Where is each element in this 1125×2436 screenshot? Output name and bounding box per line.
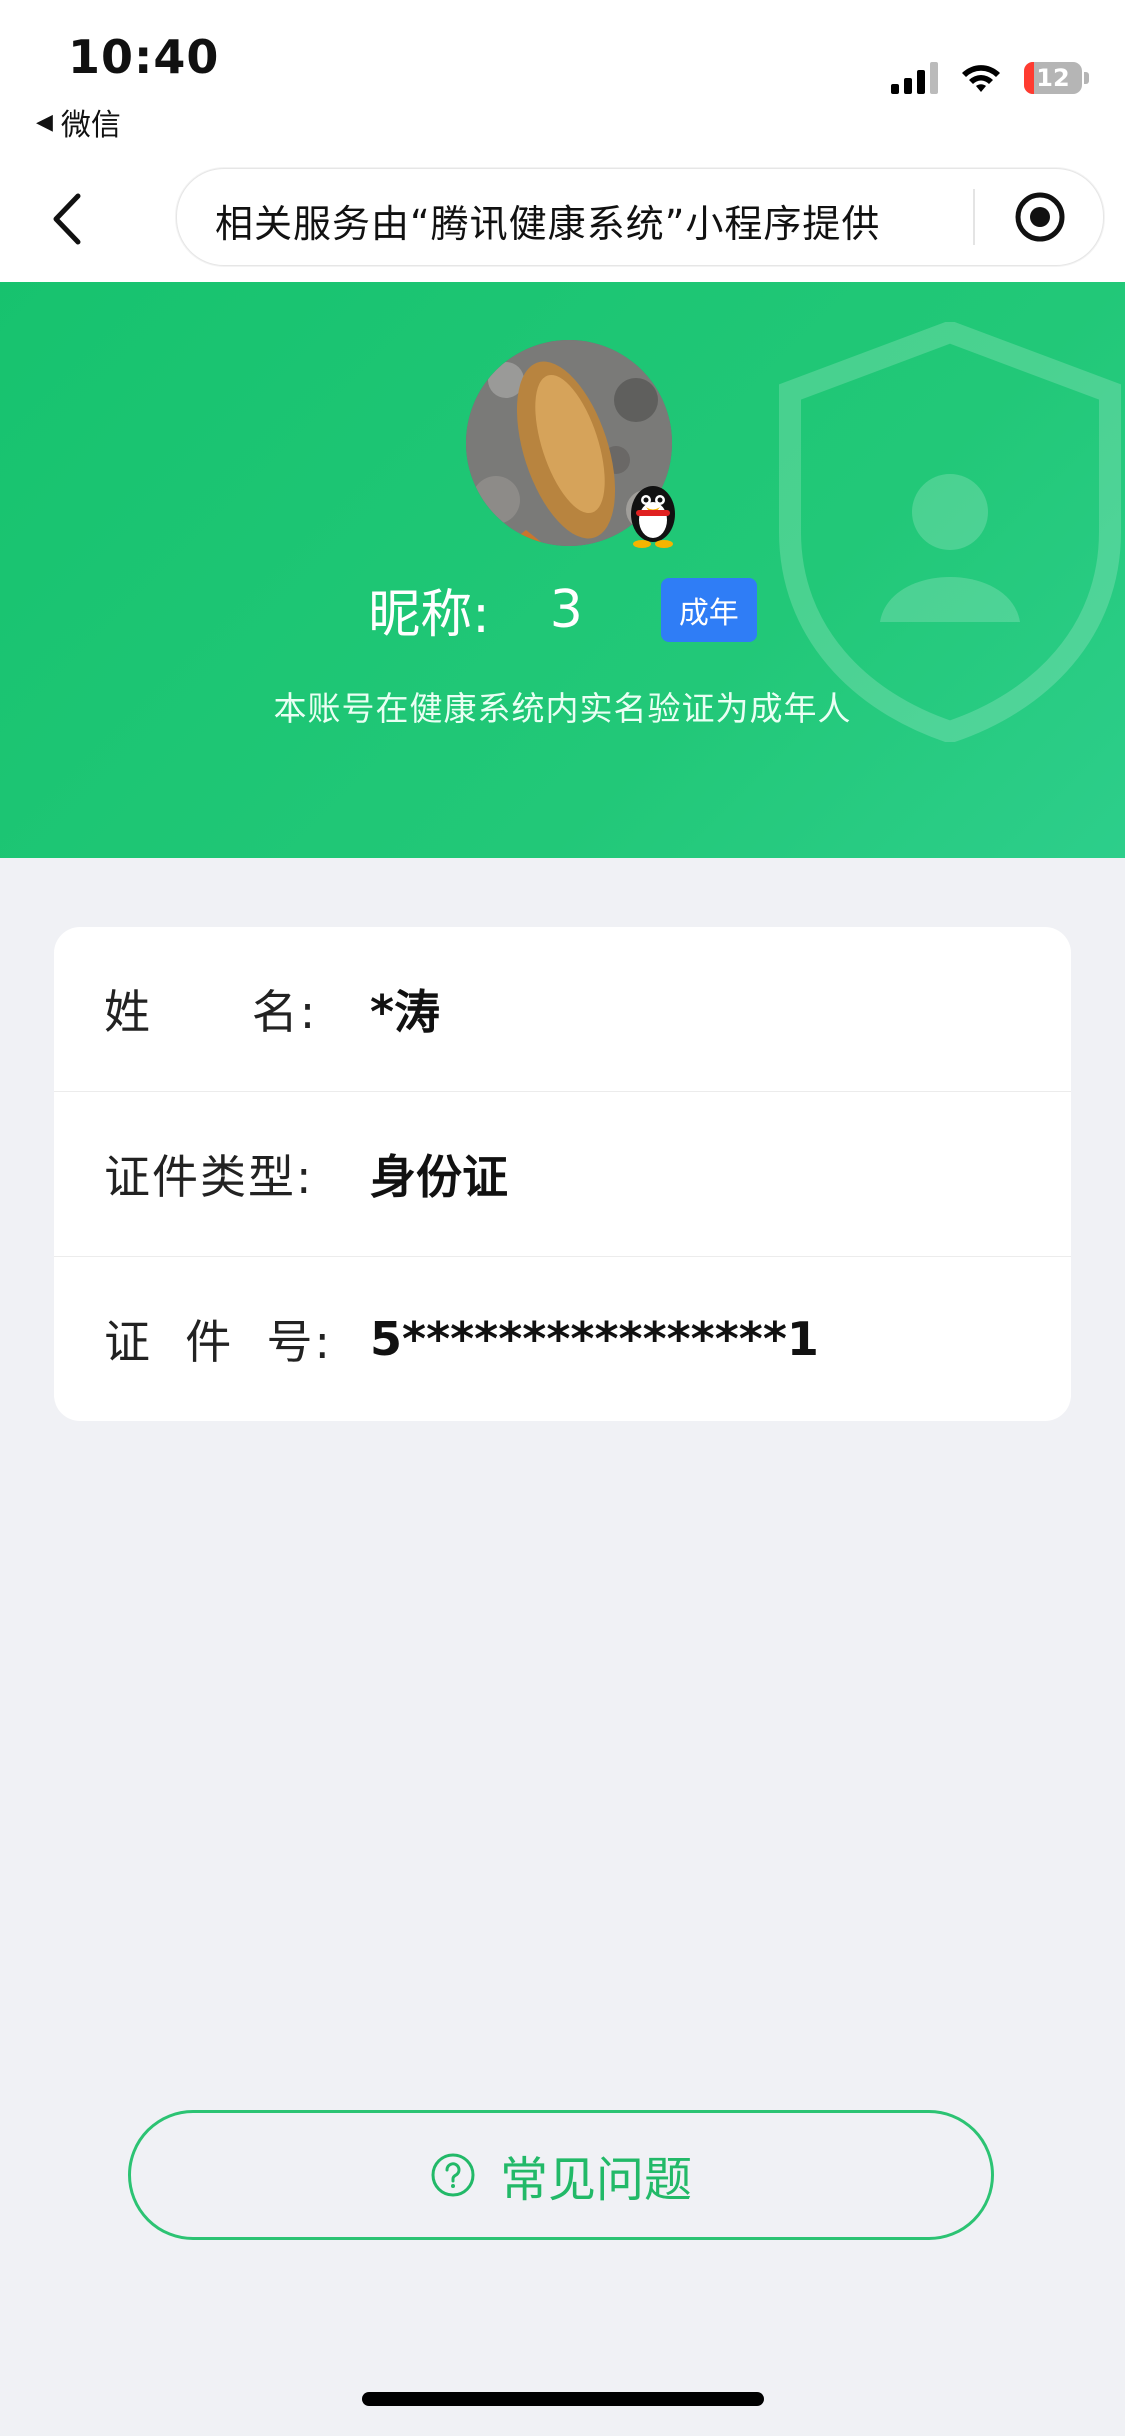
status-bar: 10:40 ◀ 微信 12 [0,0,1125,160]
cellular-signal-icon [891,62,938,94]
battery-icon: 12 [1024,62,1082,94]
wifi-icon [962,65,1000,92]
qq-penguin-icon [631,486,675,548]
faq-label: 常见问题 [499,2152,692,2208]
id-type-row: 证件类型: 身份证 [54,1092,1071,1256]
name-label: 姓 名: [104,985,318,1039]
nickname-row: 昵称: 3 成年 [0,572,1125,647]
id-type-label: 证件类型: [104,1150,314,1204]
name-value: *涛 [370,985,441,1039]
status-indicators: 12 [891,62,1089,94]
profile-header: 昵称: 3 成年 本账号在健康系统内实名验证为成年人 [0,282,1125,858]
navigation-bar: 相关服务由“腾讯健康系统”小程序提供 [0,160,1125,282]
name-row: 姓 名: *涛 [54,927,1071,1091]
service-provider-capsule: 相关服务由“腾讯健康系统”小程序提供 [176,168,1104,266]
question-circle-icon [431,2153,475,2197]
adult-badge: 成年 [660,577,757,642]
service-provider-text: 相关服务由“腾讯健康系统”小程序提供 [215,202,881,246]
capsule-divider [973,189,975,245]
nickname-label: 昵称: [368,585,490,645]
faq-button[interactable]: 常见问题 [128,2110,994,2240]
back-to-app-link[interactable]: ◀ 微信 [36,100,121,144]
shield-watermark-icon [779,322,1121,742]
close-miniprogram-icon[interactable] [1012,189,1068,245]
status-time: 10:40 [68,30,220,84]
id-type-value: 身份证 [370,1150,508,1204]
back-triangle-icon: ◀ [36,109,53,135]
id-number-label: 证 件 号: [104,1315,332,1369]
id-number-value: 5****************1 [370,1312,819,1366]
verification-status-text: 本账号在健康系统内实名验证为成年人 [273,689,852,728]
back-chevron-icon[interactable] [38,184,98,254]
nickname-value: 3 [549,579,583,640]
battery-level: 12 [1036,64,1070,92]
id-number-row: 证 件 号: 5****************1 [54,1257,1071,1421]
home-indicator[interactable] [362,2392,764,2406]
back-app-label: 微信 [60,108,121,143]
identity-info-card: 姓 名: *涛 证件类型: 身份证 证 件 号: 5**************… [54,927,1071,1421]
